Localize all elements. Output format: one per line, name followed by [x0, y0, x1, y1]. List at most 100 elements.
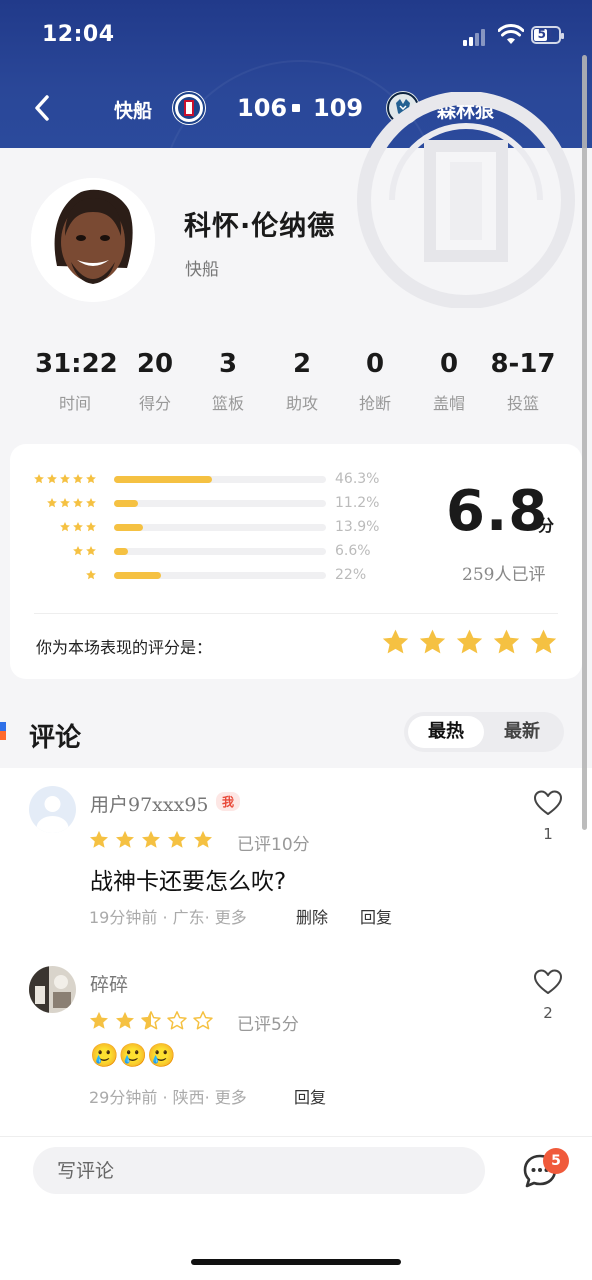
home-score: 106 — [237, 94, 288, 122]
tab-new[interactable]: 最新 — [484, 716, 560, 748]
rating-percent: 13.9% — [335, 519, 380, 535]
heart-icon[interactable] — [533, 789, 563, 817]
star-icon — [86, 498, 96, 508]
rating-row-5-star: 46.3% — [10, 471, 410, 491]
rating-divider — [34, 613, 558, 614]
comment-count-badge: 5 — [543, 1148, 569, 1174]
comment-username[interactable]: 碎碎 — [90, 970, 128, 997]
star-icon — [142, 830, 160, 848]
scrollbar[interactable] — [582, 55, 587, 830]
rating-percent: 6.6% — [335, 543, 371, 559]
comment-meta: 19分钟前 · 广东· 更多 — [89, 908, 247, 927]
star-icon[interactable] — [491, 627, 522, 658]
comment-rated: 已评10分 — [237, 835, 310, 855]
comment-rating-stars — [88, 829, 214, 851]
star-icon — [60, 498, 70, 508]
star-icon — [47, 498, 57, 508]
rating-row-3-star: 13.9% — [10, 519, 410, 539]
star-icon[interactable] — [417, 627, 448, 658]
stat-shooting: 8-17 投篮 — [490, 349, 556, 413]
star-icon — [86, 474, 96, 484]
comment-list: 用户97xxx95 我 已评10分 战神卡还要怎么吹? 19分钟前 · 广东· … — [0, 768, 592, 1136]
star-icon[interactable] — [380, 627, 411, 658]
star-icon — [73, 546, 83, 556]
rating-row-4-star: 11.2% — [10, 495, 410, 515]
star-icon — [193, 1011, 213, 1030]
signal-icon — [463, 28, 489, 46]
rating-percent: 11.2% — [335, 495, 380, 511]
reply-button[interactable]: 回复 — [294, 1084, 326, 1108]
battery-icon: 51 — [531, 26, 564, 44]
rating-bar-fill — [114, 548, 128, 555]
comment-meta: 29分钟前 · 陕西· 更多 — [89, 1088, 247, 1107]
stat-minutes: 31:22 时间 — [35, 349, 118, 413]
rating-bar-fill — [114, 476, 213, 483]
star-icon — [90, 830, 108, 848]
rating-row-stars — [72, 545, 97, 559]
rating-bar-fill — [114, 524, 144, 531]
star-icon — [86, 522, 96, 532]
star-icon — [116, 1011, 134, 1029]
player-avatar — [31, 178, 155, 302]
player-name: 科怀·伦纳德 — [184, 211, 336, 242]
wifi-icon — [498, 24, 524, 44]
reply-button[interactable]: 回复 — [360, 904, 392, 928]
star-icon — [168, 830, 186, 848]
battery-level: 51 — [537, 27, 555, 41]
status-bar: 12:04 51 — [0, 0, 592, 70]
rating-row-stars — [33, 473, 97, 487]
like-count: 2 — [543, 1004, 553, 1022]
my-rating-stars[interactable] — [380, 627, 559, 658]
stat-points: 20 得分 — [136, 349, 174, 413]
comments-title: 评论 — [29, 723, 82, 753]
rating-bar — [114, 548, 326, 555]
home-team-name: 快船 — [114, 100, 153, 122]
star-icon — [73, 522, 83, 532]
star-icon — [86, 570, 96, 580]
delete-button[interactable]: 删除 — [296, 904, 328, 928]
status-time: 12:04 — [42, 22, 115, 47]
rating-count: 259人已评 — [462, 565, 546, 585]
clippers-logo-icon — [172, 91, 206, 125]
stat-rebounds: 3 篮板 — [211, 349, 244, 413]
player-stats: 31:22 时间 20 得分 3 篮板 2 助攻 0 抢断 0 盖帽 8-17 投篮 — [0, 348, 592, 420]
me-tag: 我 — [216, 792, 241, 811]
comment-text: 战神卡还要怎么吹? — [90, 869, 287, 895]
rating-row-stars — [85, 569, 97, 583]
comment-rated: 已评5分 — [237, 1015, 299, 1035]
rating-row-stars — [46, 497, 97, 511]
user-avatar[interactable] — [29, 786, 76, 833]
star-icon[interactable] — [528, 627, 559, 658]
comment-username[interactable]: 用户97xxx95 — [90, 790, 209, 817]
team-watermark-logo — [357, 92, 575, 308]
tab-hot[interactable]: 最热 — [408, 716, 484, 748]
rating-percent: 22% — [335, 567, 367, 583]
rating-row-2-star: 6.6% — [10, 543, 410, 563]
rating-bar-fill — [114, 572, 161, 579]
stat-blocks: 0 盖帽 — [432, 349, 465, 413]
comment-sort-tabs: 最热 最新 — [404, 712, 564, 752]
player-team: 快船 — [185, 260, 219, 280]
rating-bar — [114, 500, 326, 507]
star-icon — [47, 474, 57, 484]
user-avatar[interactable] — [29, 966, 76, 1013]
back-button[interactable] — [28, 90, 58, 126]
rating-bar-fill — [114, 500, 138, 507]
star-icon — [73, 474, 83, 484]
rating-row-1-star: 22% — [10, 567, 410, 587]
average-score: 6.8 — [446, 479, 549, 544]
heart-icon[interactable] — [533, 968, 563, 996]
star-icon — [167, 1011, 187, 1030]
my-rating-label: 你为本场表现的评分是： — [36, 638, 213, 657]
rating-row-stars — [59, 521, 97, 535]
star-icon[interactable] — [454, 627, 485, 658]
like-count: 1 — [543, 825, 553, 843]
score-separator — [292, 104, 300, 112]
comment-input[interactable] — [33, 1147, 485, 1194]
score-unit: 分 — [538, 516, 555, 535]
rating-bar — [114, 476, 326, 483]
rating-bar — [114, 572, 326, 579]
home-indicator[interactable] — [191, 1259, 401, 1265]
comment-rating-stars — [88, 1010, 214, 1032]
star-icon — [73, 498, 83, 508]
